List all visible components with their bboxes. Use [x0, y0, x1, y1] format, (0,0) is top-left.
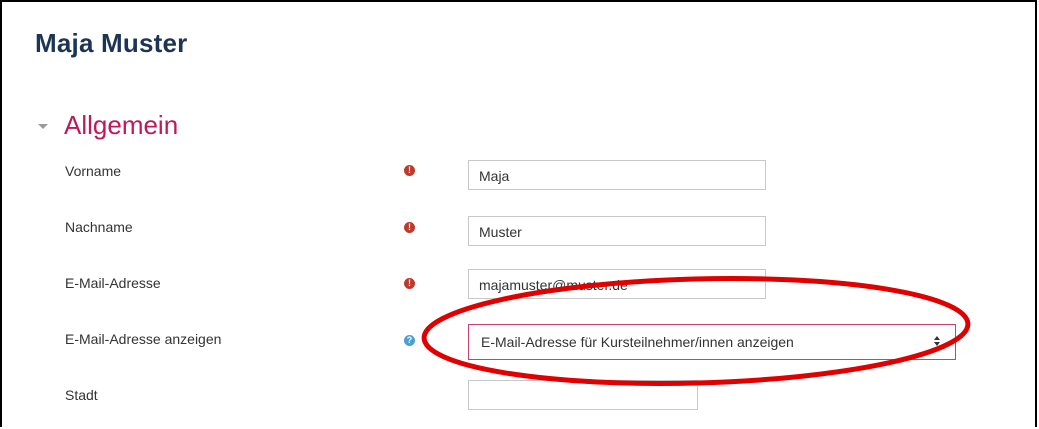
- up-down-arrows-icon: [933, 336, 941, 348]
- lastname-input[interactable]: Muster: [468, 216, 766, 246]
- help-icon[interactable]: ?: [404, 335, 415, 346]
- required-icon: !: [404, 278, 415, 289]
- city-input[interactable]: [468, 380, 698, 410]
- section-header-allgemein[interactable]: Allgemein: [38, 110, 178, 141]
- field-label-nachname: Nachname: [65, 219, 133, 235]
- field-label-city: Stadt: [65, 387, 98, 403]
- field-label-email-display: E-Mail-Adresse anzeigen: [65, 331, 222, 347]
- firstname-input[interactable]: Maja: [468, 160, 766, 190]
- section-title: Allgemein: [64, 110, 179, 140]
- required-icon: !: [404, 222, 415, 233]
- page-title: Maja Muster: [35, 28, 188, 58]
- field-label-vorname: Vorname: [65, 163, 122, 179]
- profile-edit-panel: Maja Muster Allgemein Vorname ! Maja Nac…: [0, 0, 1037, 427]
- email-input[interactable]: majamuster@muster.de: [468, 269, 766, 299]
- required-icon: !: [404, 165, 415, 176]
- email-display-select[interactable]: E-Mail-Adresse für Kursteilnehmer/innen …: [468, 324, 956, 360]
- field-label-email: E-Mail-Adresse: [65, 275, 161, 291]
- chevron-down-icon[interactable]: [38, 124, 48, 129]
- email-display-selected-value: E-Mail-Adresse für Kursteilnehmer/innen …: [481, 334, 794, 350]
